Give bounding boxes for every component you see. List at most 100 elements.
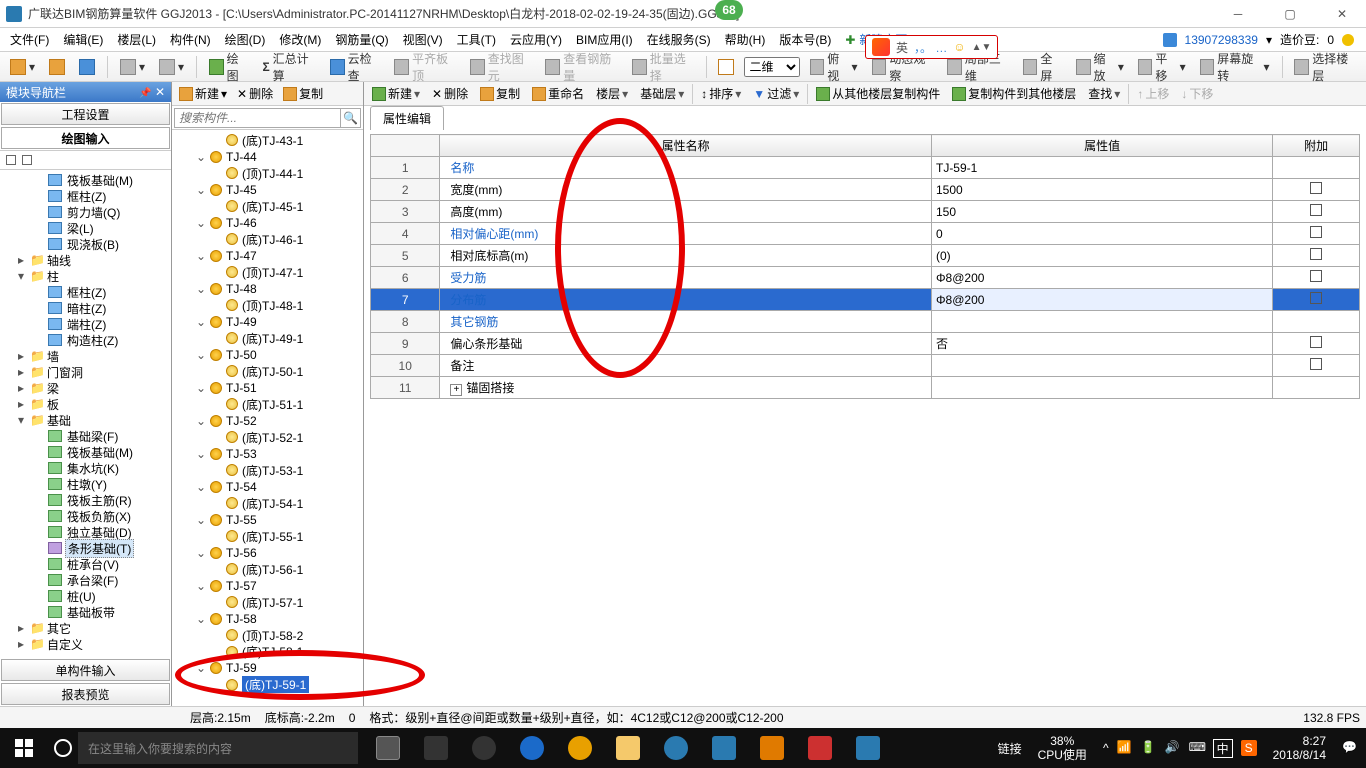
tree-group[interactable]: ⌄TJ-58	[178, 611, 363, 628]
select-floor-button[interactable]: 选择楼层	[1290, 48, 1360, 86]
tray-volume-icon[interactable]: 🔊	[1165, 740, 1181, 756]
nav-item[interactable]: 剪力墙(Q)	[0, 204, 171, 220]
nav-item[interactable]: ▸📁 门窗洞	[0, 364, 171, 380]
rt-find-button[interactable]: 查找	[1084, 84, 1124, 103]
nav-item[interactable]: 柱墩(Y)	[0, 476, 171, 492]
open-button[interactable]	[45, 57, 69, 77]
nav-item[interactable]: 筏板主筋(R)	[0, 492, 171, 508]
property-row[interactable]: 10备注	[371, 355, 1360, 377]
tree-group[interactable]: ⌄TJ-44	[178, 149, 363, 166]
nav-item[interactable]: 基础梁(F)	[0, 428, 171, 444]
dock-tab-single[interactable]: 单构件输入	[1, 659, 170, 681]
component-tree[interactable]: (底)TJ-43-1⌄TJ-44(顶)TJ-44-1⌄TJ-45(底)TJ-45…	[172, 130, 363, 706]
tree-group[interactable]: ⌄TJ-52	[178, 413, 363, 430]
tree-leaf[interactable]: (底)TJ-54-1	[178, 495, 363, 512]
tray-notifications-icon[interactable]: 💬	[1342, 740, 1358, 756]
nav-item[interactable]: ▸📁 墙	[0, 348, 171, 364]
menu-help[interactable]: 帮助(H)	[719, 29, 772, 50]
new-file-button[interactable]: ▾	[6, 57, 39, 77]
start-button[interactable]	[0, 728, 48, 768]
task-view-icon[interactable]	[364, 728, 412, 768]
redo-button[interactable]: ▾	[155, 57, 188, 77]
nav-item[interactable]: 筏板基础(M)	[0, 444, 171, 460]
rt-floor-button[interactable]: 楼层	[592, 84, 632, 103]
app-store-icon[interactable]	[700, 728, 748, 768]
property-row[interactable]: 7分布筋Φ8@200	[371, 289, 1360, 311]
nav-item[interactable]: ▸📁 轴线	[0, 252, 171, 268]
tree-group[interactable]: ⌄TJ-46	[178, 215, 363, 232]
rt-new-button[interactable]: 新建	[368, 84, 424, 103]
tree-leaf[interactable]: (底)TJ-50-1	[178, 363, 363, 380]
tree-group[interactable]: ⌄TJ-50	[178, 347, 363, 364]
nav-item[interactable]: 条形基础(T)	[0, 540, 171, 556]
mid-copy-button[interactable]: 复制	[280, 84, 326, 103]
dock-tab-project[interactable]: 工程设置	[1, 103, 170, 125]
nav-item[interactable]: 梁(L)	[0, 220, 171, 236]
tree-leaf[interactable]: (底)TJ-53-1	[178, 462, 363, 479]
mid-delete-button[interactable]: ✕删除	[234, 84, 276, 103]
slab-top-button[interactable]: 平齐板顶	[390, 48, 460, 86]
dock-close-icon[interactable]: ✕	[155, 85, 165, 99]
rt-sort-button[interactable]: ↕ 排序	[697, 84, 745, 103]
tree-leaf[interactable]: (底)TJ-57-1	[178, 594, 363, 611]
tree-group[interactable]: ⌄TJ-55	[178, 512, 363, 529]
app-ie-icon[interactable]	[652, 728, 700, 768]
tree-group[interactable]: ⌄TJ-47	[178, 248, 363, 265]
tray-keyboard-icon[interactable]: ⌨	[1189, 740, 1205, 756]
zoom-button[interactable]: 缩放▾	[1072, 48, 1128, 86]
tree-leaf[interactable]: (底)TJ-55-1	[178, 528, 363, 545]
tree-leaf[interactable]: (底)TJ-59-1	[178, 677, 363, 694]
rt-rename-button[interactable]: 重命名	[528, 84, 588, 103]
tree-group[interactable]: ⌄TJ-54	[178, 479, 363, 496]
property-row[interactable]: 2宽度(mm)1500	[371, 179, 1360, 201]
tray-network-icon[interactable]: 📶	[1117, 740, 1133, 756]
nav-item[interactable]: ▸📁 梁	[0, 380, 171, 396]
tree-leaf[interactable]: (顶)TJ-44-1	[178, 165, 363, 182]
tree-group[interactable]: ⌄TJ-57	[178, 578, 363, 595]
app-icon-2[interactable]	[460, 728, 508, 768]
property-row[interactable]: 11+锚固搭接	[371, 377, 1360, 399]
pan-button[interactable]: 平移▾	[1134, 48, 1190, 86]
nav-item[interactable]: ▸📁 其它	[0, 620, 171, 636]
tree-group[interactable]: ⌄TJ-56	[178, 545, 363, 562]
nav-item[interactable]: ▸📁 板	[0, 396, 171, 412]
tree-leaf[interactable]: (底)TJ-58-1	[178, 644, 363, 661]
tree-group[interactable]: ⌄TJ-59	[178, 660, 363, 677]
tree-leaf[interactable]: (底)TJ-56-1	[178, 561, 363, 578]
save-button[interactable]	[75, 57, 99, 77]
nav-item[interactable]: 现浇板(B)	[0, 236, 171, 252]
nav-item[interactable]: 承台梁(F)	[0, 572, 171, 588]
ime-overlay[interactable]: 英 ，。 … ☺ ▲▼	[865, 35, 998, 59]
dock-collapse-icon[interactable]	[6, 155, 16, 165]
tree-leaf[interactable]: (底)TJ-49-1	[178, 330, 363, 347]
nav-tree[interactable]: 筏板基础(M)框柱(Z)剪力墙(Q)梁(L)现浇板(B)▸📁 轴线▾📁 柱框柱(…	[0, 170, 171, 658]
rt-moveup-button[interactable]: ↑ 上移	[1133, 84, 1173, 103]
tree-leaf[interactable]: (顶)TJ-48-1	[178, 297, 363, 314]
menu-file[interactable]: 文件(F)	[4, 29, 55, 50]
batch-select-button[interactable]: 批量选择	[628, 48, 698, 86]
tree-leaf[interactable]: (底)TJ-43-1	[178, 132, 363, 149]
search-icon[interactable]: 🔍	[341, 108, 361, 128]
nav-item[interactable]: 桩承台(V)	[0, 556, 171, 572]
property-tab[interactable]: 属性编辑	[370, 106, 444, 130]
nav-item[interactable]: ▸📁 自定义	[0, 636, 171, 652]
nav-item[interactable]: 暗柱(Z)	[0, 300, 171, 316]
property-row[interactable]: 6受力筋Φ8@200	[371, 267, 1360, 289]
app-icon-8[interactable]	[748, 728, 796, 768]
fullscreen-button[interactable]: 全屏	[1019, 48, 1067, 86]
undo-button[interactable]: ▾	[116, 57, 149, 77]
nav-item[interactable]: ▾📁 基础	[0, 412, 171, 428]
rt-filter-button[interactable]: ▼过滤	[749, 84, 803, 103]
tree-leaf[interactable]: (底)TJ-51-1	[178, 396, 363, 413]
menu-floor[interactable]: 楼层(L)	[111, 29, 162, 50]
tree-group[interactable]: ⌄TJ-45	[178, 182, 363, 199]
mid-new-button[interactable]: 新建▾	[176, 84, 230, 103]
tray-ime-lang[interactable]: 中	[1213, 739, 1233, 758]
nav-item[interactable]: 框柱(Z)	[0, 188, 171, 204]
rt-copy-button[interactable]: 复制	[476, 84, 524, 103]
find-elem-button[interactable]: 查找图元	[466, 48, 536, 86]
minimize-button[interactable]: ─	[1220, 7, 1256, 21]
cortana-icon[interactable]	[54, 739, 72, 757]
property-row[interactable]: 9偏心条形基础否	[371, 333, 1360, 355]
tree-leaf[interactable]: (顶)TJ-58-2	[178, 627, 363, 644]
